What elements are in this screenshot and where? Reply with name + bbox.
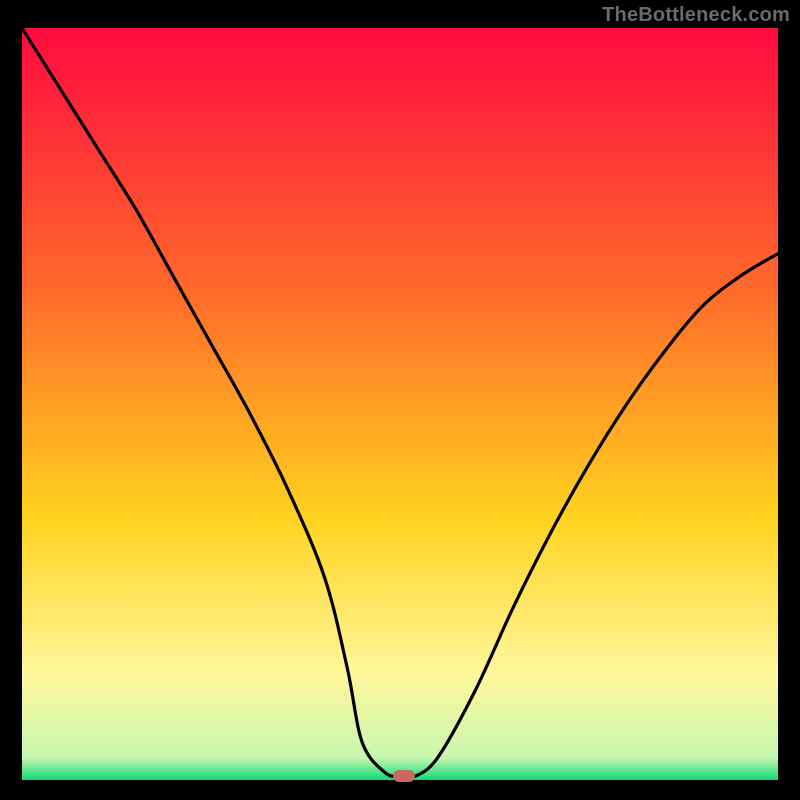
watermark-text: TheBottleneck.com (602, 4, 790, 27)
optimal-marker (393, 770, 415, 782)
chart-stage: TheBottleneck.com (0, 0, 800, 800)
plot-area (22, 28, 778, 780)
plot-svg (22, 28, 778, 780)
gradient-background (22, 28, 778, 780)
